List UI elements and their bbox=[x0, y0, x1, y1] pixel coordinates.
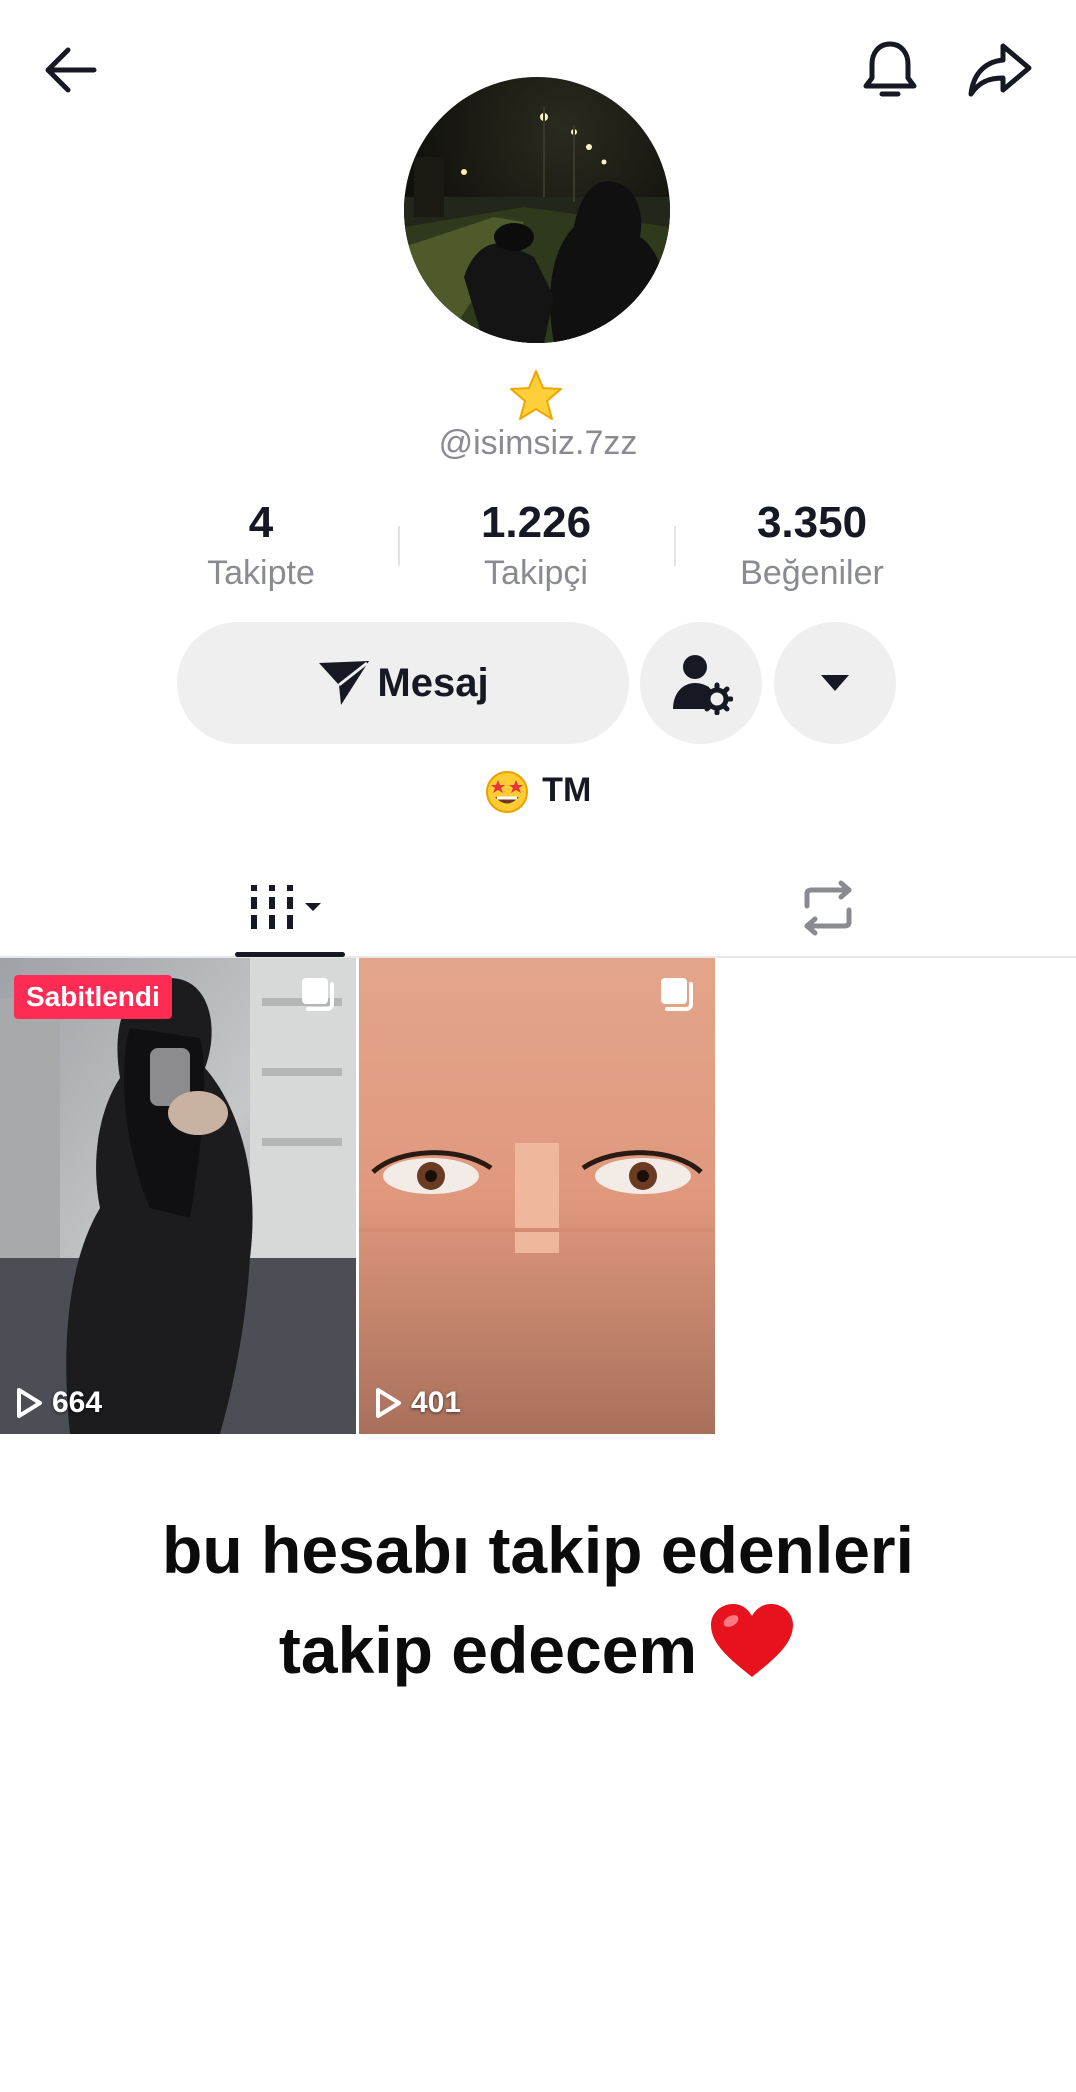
video-tile[interactable]: 401 bbox=[359, 958, 715, 1434]
profile-actions: Mesaj bbox=[0, 622, 1076, 744]
notifications-button[interactable] bbox=[850, 30, 930, 110]
stat-label: Beğeniler bbox=[740, 554, 884, 592]
view-count: 401 bbox=[373, 1386, 461, 1420]
friend-settings-button[interactable] bbox=[640, 622, 762, 744]
bio: TM bbox=[0, 770, 1076, 814]
tab-reposts[interactable] bbox=[580, 860, 1076, 956]
bio-text: TM bbox=[542, 770, 592, 809]
message-button[interactable]: Mesaj bbox=[177, 622, 629, 744]
profile-stats: 4 Takipte 1.226 Takipçi 3.350 Beğeniler bbox=[0, 495, 1076, 595]
more-options-button[interactable] bbox=[774, 622, 896, 744]
avatar-photo bbox=[404, 77, 670, 343]
active-tab-indicator bbox=[235, 952, 345, 957]
stat-label: Takipte bbox=[207, 554, 315, 592]
back-button[interactable] bbox=[30, 30, 110, 110]
username: @isimsiz.7zz bbox=[438, 424, 638, 462]
caption-line-1: bu hesabı takip edenleri bbox=[162, 1513, 914, 1587]
play-icon bbox=[376, 1388, 401, 1418]
video-thumbnail bbox=[359, 958, 715, 1434]
overlay-caption: bu hesabı takip edenleri takip edecem bbox=[0, 1500, 1076, 1700]
view-count: 664 bbox=[14, 1386, 102, 1420]
share-button[interactable] bbox=[960, 30, 1040, 110]
profile-tabs bbox=[0, 860, 1076, 958]
avatar[interactable] bbox=[404, 77, 670, 343]
share-arrow-icon bbox=[968, 43, 1032, 97]
repost-icon bbox=[804, 880, 852, 936]
heart-icon bbox=[711, 1604, 794, 1677]
stat-likes[interactable]: 3.350 Beğeniler bbox=[692, 495, 932, 595]
user-settings-icon bbox=[673, 655, 733, 715]
caption-line-2: takip edecem bbox=[0, 1600, 1076, 1700]
bell-icon bbox=[863, 41, 917, 97]
stat-label: Takipçi bbox=[484, 554, 588, 592]
stat-value: 1.226 bbox=[480, 498, 592, 547]
caret-down-icon bbox=[821, 675, 849, 691]
play-icon bbox=[17, 1388, 42, 1418]
send-icon bbox=[319, 661, 370, 705]
view-count-value: 664 bbox=[52, 1386, 103, 1419]
stat-divider bbox=[398, 526, 400, 566]
stat-divider bbox=[674, 526, 676, 566]
multi-photo-icon bbox=[661, 978, 693, 1011]
star-struck-emoji bbox=[485, 771, 528, 813]
stat-followers[interactable]: 1.226 Takipçi bbox=[416, 495, 656, 595]
view-count-value: 401 bbox=[411, 1386, 462, 1419]
multi-photo-icon bbox=[302, 978, 334, 1011]
video-grid: Sabitlendi 664 401 bbox=[0, 958, 1076, 1434]
tab-videos[interactable] bbox=[0, 860, 580, 956]
video-tile[interactable]: Sabitlendi 664 bbox=[0, 958, 356, 1434]
caption-line-2-text: takip edecem bbox=[278, 1613, 698, 1687]
stat-value: 4 bbox=[248, 498, 274, 547]
stat-following[interactable]: 4 Takipte bbox=[141, 495, 381, 595]
arrow-left-icon bbox=[45, 47, 97, 93]
star-icon bbox=[508, 368, 564, 424]
stat-value: 3.350 bbox=[756, 498, 868, 547]
pinned-badge: Sabitlendi bbox=[14, 975, 172, 1019]
video-thumbnail bbox=[0, 958, 356, 1434]
message-button-label: Mesaj bbox=[377, 660, 489, 705]
grid-bars-icon bbox=[251, 885, 321, 929]
